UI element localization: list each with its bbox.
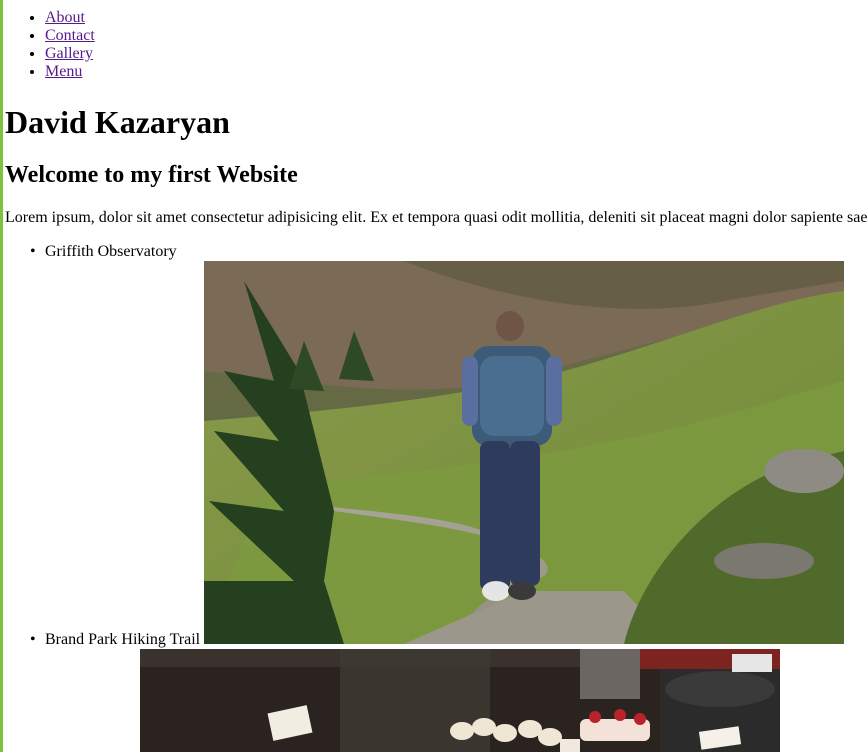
- welcome-heading: Welcome to my first Website: [5, 162, 298, 188]
- site-title: David Kazaryan: [5, 104, 230, 140]
- place-list-item: • Griffith Observatory: [30, 242, 177, 262]
- place-name: Griffith Observatory: [45, 243, 177, 260]
- nav-link-menu[interactable]: Menu: [45, 63, 82, 80]
- intro-paragraph: Lorem ipsum, dolor sit amet consectetur …: [5, 209, 867, 226]
- nav-item-contact: Contact: [45, 27, 95, 45]
- nav-link-gallery[interactable]: Gallery: [45, 45, 93, 62]
- nav-item-about: About: [45, 9, 95, 27]
- nav-item-menu: Menu: [45, 63, 95, 81]
- place-list-item: • Brand Park Hiking Trail: [30, 630, 201, 650]
- nav-item-gallery: Gallery: [45, 45, 95, 63]
- bullet: •: [30, 631, 36, 648]
- hiking-photo: [204, 261, 844, 644]
- nav-link-about[interactable]: About: [45, 9, 85, 26]
- nav-list: About Contact Gallery Menu: [45, 9, 95, 81]
- bullet: •: [30, 243, 36, 260]
- nav-link-contact[interactable]: Contact: [45, 27, 95, 44]
- bakery-photo: [140, 649, 780, 752]
- left-border-rule: [0, 0, 3, 752]
- place-name: Brand Park Hiking Trail: [45, 631, 201, 648]
